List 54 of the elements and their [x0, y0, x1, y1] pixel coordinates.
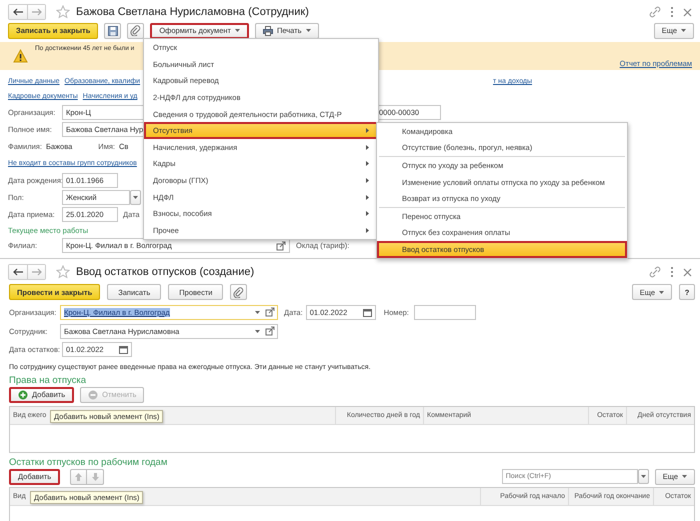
- caret-icon: [681, 29, 686, 32]
- submenu-arrow-icon: [366, 161, 369, 166]
- caret-icon: [640, 475, 646, 478]
- submenu-arrow-icon: [366, 178, 369, 184]
- down-arrow-icon: [90, 472, 100, 482]
- save-button[interactable]: [104, 22, 122, 38]
- forward-icon: [30, 7, 42, 17]
- paperclip-icon: [233, 286, 244, 298]
- paperclip-icon: [130, 25, 142, 36]
- caret-icon: [306, 29, 311, 32]
- plus-icon: [18, 390, 28, 400]
- caret-icon: [682, 475, 687, 478]
- dropdown-button[interactable]: [638, 469, 649, 484]
- attach-button[interactable]: [127, 22, 144, 38]
- window-title: Бажова Светлана Нурисламовна (Сотрудник): [76, 6, 309, 18]
- calendar-icon[interactable]: [119, 344, 128, 354]
- submenu-arrow-icon: [366, 194, 369, 200]
- close-icon[interactable]: [683, 8, 692, 16]
- submenu-arrow-icon: [366, 228, 369, 233]
- minus-icon: [88, 390, 98, 400]
- section-heading: Права на отпуска: [9, 375, 86, 386]
- section-heading: Остатки отпусков по рабочим годам: [9, 457, 168, 468]
- open-icon[interactable]: [276, 240, 286, 250]
- submenu-arrow-icon: [366, 211, 369, 216]
- link-icon[interactable]: [649, 6, 661, 18]
- caret-icon: [659, 290, 664, 294]
- window-title: Ввод остатков отпусков (создание): [76, 266, 254, 278]
- forward-icon: [30, 267, 42, 277]
- submenu-arrow-icon: [366, 128, 369, 134]
- calendar-icon[interactable]: [362, 308, 372, 316]
- more-icon[interactable]: [670, 6, 674, 18]
- warning-icon: [13, 49, 28, 63]
- close-icon[interactable]: [683, 268, 692, 276]
- back-icon: [12, 7, 24, 17]
- dropdown-button[interactable]: [130, 190, 141, 205]
- star-icon[interactable]: [56, 265, 70, 279]
- back-button[interactable]: [9, 5, 27, 19]
- caret-icon: [255, 330, 260, 332]
- number-field[interactable]: [414, 304, 476, 320]
- submenu-arrow-icon: [366, 144, 369, 150]
- printer-icon: [262, 26, 273, 36]
- attach-button[interactable]: [230, 284, 248, 300]
- caret-icon: [255, 310, 260, 314]
- more-icon[interactable]: [670, 266, 674, 278]
- open-icon[interactable]: [265, 326, 275, 336]
- back-button[interactable]: [9, 265, 27, 279]
- star-icon[interactable]: [56, 5, 70, 19]
- open-icon[interactable]: [265, 307, 275, 317]
- back-icon: [12, 267, 24, 277]
- link-icon[interactable]: [649, 266, 661, 278]
- save-icon: [108, 26, 118, 36]
- caret-icon: [234, 29, 240, 32]
- caret-icon: [133, 196, 138, 199]
- up-arrow-icon: [74, 472, 84, 482]
